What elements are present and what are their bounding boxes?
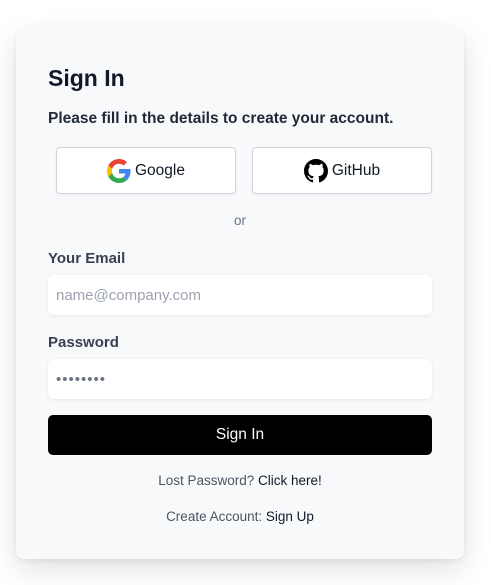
google-button-label: Google: [135, 161, 185, 179]
sign-in-button[interactable]: Sign In: [48, 415, 432, 455]
google-sign-in-button[interactable]: Google: [56, 147, 236, 194]
password-label: Password: [48, 334, 119, 351]
github-icon: [303, 158, 328, 183]
password-input[interactable]: [48, 359, 432, 399]
email-label: Your Email: [48, 250, 126, 267]
sign-up-link[interactable]: Sign Up: [266, 509, 314, 524]
sign-in-card: Sign In Please fill in the details to cr…: [16, 28, 464, 559]
create-account-line: Create Account: Sign Up: [16, 509, 464, 524]
email-input[interactable]: [48, 275, 432, 315]
github-sign-in-button[interactable]: GitHub: [252, 147, 432, 194]
page-title: Sign In: [48, 65, 125, 91]
create-account-text: Create Account:: [166, 509, 263, 524]
github-button-label: GitHub: [331, 161, 381, 179]
reset-password-link[interactable]: Click here!: [258, 473, 322, 488]
form-subtitle: Please fill in the details to create you…: [48, 110, 394, 127]
lost-password-text: Lost Password?: [158, 473, 255, 488]
google-icon: [107, 158, 131, 183]
or-divider: or: [233, 213, 246, 228]
lost-password-line: Lost Password? Click here!: [16, 473, 464, 488]
